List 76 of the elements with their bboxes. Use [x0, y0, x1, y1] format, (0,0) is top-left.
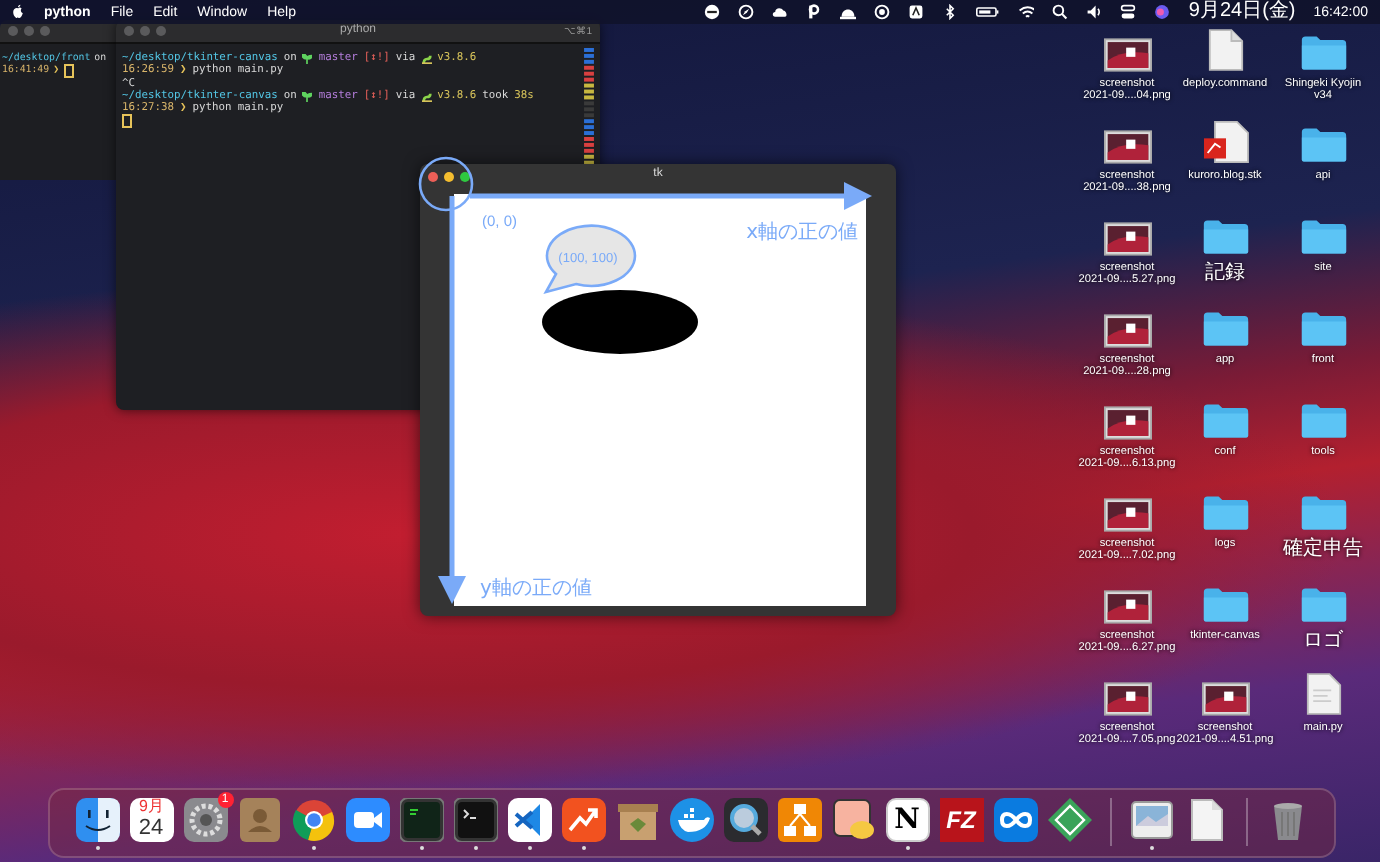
snake-icon [421, 91, 432, 102]
p-badge-icon[interactable] [806, 4, 823, 20]
gear-icon[interactable] [183, 798, 227, 842]
sprout-icon [302, 91, 313, 102]
letter-app-icon[interactable]: FZ [939, 798, 983, 842]
speech-bubble [544, 224, 637, 294]
file-name-label[interactable]: 記録 [1205, 262, 1245, 284]
cloud-icon[interactable] [772, 4, 789, 20]
terminal-icon[interactable] [453, 798, 497, 842]
file-name-label[interactable]: ロゴ [1303, 630, 1343, 652]
document-with-badge-icon[interactable] [1201, 120, 1249, 164]
search-icon[interactable] [1052, 4, 1069, 20]
calendar-day: 24 [138, 816, 164, 840]
axis-label: y軸の正の値 [480, 578, 592, 600]
window-minimize-button[interactable] [444, 171, 454, 181]
diamond-icon[interactable] [1047, 798, 1091, 842]
battery-icon[interactable] [976, 4, 1001, 20]
screenshot-thumbnail-icon[interactable] [1201, 682, 1249, 716]
wifi-icon[interactable] [1018, 4, 1035, 20]
calendar-icon[interactable]: 9月 24 [129, 798, 173, 842]
diagram-icon[interactable] [777, 798, 821, 842]
apple-logo-icon[interactable] [12, 4, 24, 20]
screenshot-thumbnail-icon[interactable] [1103, 38, 1151, 72]
siri-icon[interactable] [1154, 4, 1171, 20]
screenshot-thumbnail-icon[interactable] [1103, 590, 1151, 624]
folder-icon[interactable] [1299, 126, 1347, 164]
folder-icon[interactable] [1299, 586, 1347, 624]
axis-label: x軸の正の値 [746, 222, 858, 244]
terminal-icon[interactable] [399, 798, 443, 842]
control-center-icon[interactable] [1120, 4, 1137, 20]
screenshot-thumbnail-icon[interactable] [1103, 406, 1151, 440]
highlight-circle [418, 156, 474, 212]
whale-icon[interactable] [669, 798, 713, 842]
dome-icon[interactable] [840, 4, 857, 20]
screenshot-thumbnail-icon[interactable] [1103, 498, 1151, 532]
folder-icon[interactable] [1201, 310, 1249, 348]
python-file-icon[interactable] [1305, 672, 1341, 716]
folder-icon[interactable] [1201, 218, 1249, 256]
script-document-icon[interactable] [1207, 28, 1243, 72]
infinity-icon[interactable] [993, 798, 1037, 842]
calendar-month: 9月 [138, 799, 164, 815]
letter-app-icon[interactable]: N [885, 798, 929, 842]
folder-icon[interactable] [1299, 310, 1347, 348]
image-thumbnail-icon[interactable] [1129, 798, 1173, 842]
folder-icon[interactable] [1201, 586, 1249, 624]
archive-box-icon[interactable] [615, 798, 659, 842]
speaker-icon[interactable] [1086, 4, 1103, 20]
window-zoom-button[interactable] [460, 171, 470, 181]
snake-icon [421, 53, 432, 64]
minus-circle-icon[interactable] [704, 4, 721, 20]
address-book-icon[interactable] [237, 798, 281, 842]
record-icon[interactable] [874, 4, 891, 20]
screenshot-thumbnail-icon[interactable] [1103, 130, 1151, 164]
smiling-square-icon[interactable] [75, 798, 119, 842]
folder-icon[interactable] [1299, 34, 1347, 72]
window-close-button[interactable] [428, 171, 438, 181]
text-cursor [63, 63, 74, 78]
bluetooth-icon[interactable] [942, 4, 959, 20]
text-cursor [122, 114, 132, 129]
text-box-icon[interactable] [908, 4, 925, 20]
file-name-label[interactable]: 確定申告 [1283, 538, 1363, 560]
folder-icon[interactable] [1299, 402, 1347, 440]
video-camera-icon[interactable] [345, 798, 389, 842]
compass-icon[interactable] [738, 4, 755, 20]
folder-icon[interactable] [1299, 494, 1347, 532]
screenshot-thumbnail-icon[interactable] [1103, 314, 1151, 348]
sprout-icon [302, 53, 313, 64]
folder-icon[interactable] [1201, 402, 1249, 440]
screenshot-thumbnail-icon[interactable] [1103, 222, 1151, 256]
code-editor-icon[interactable] [507, 798, 551, 842]
screenshot-thumbnail-icon[interactable] [1103, 682, 1151, 716]
menu-date[interactable]: 9月24日(金) [1188, 0, 1296, 24]
folder-icon[interactable] [1299, 218, 1347, 256]
image-with-pill-icon[interactable] [831, 798, 875, 842]
browser-icon[interactable] [291, 798, 335, 842]
folder-icon[interactable] [1201, 494, 1249, 532]
